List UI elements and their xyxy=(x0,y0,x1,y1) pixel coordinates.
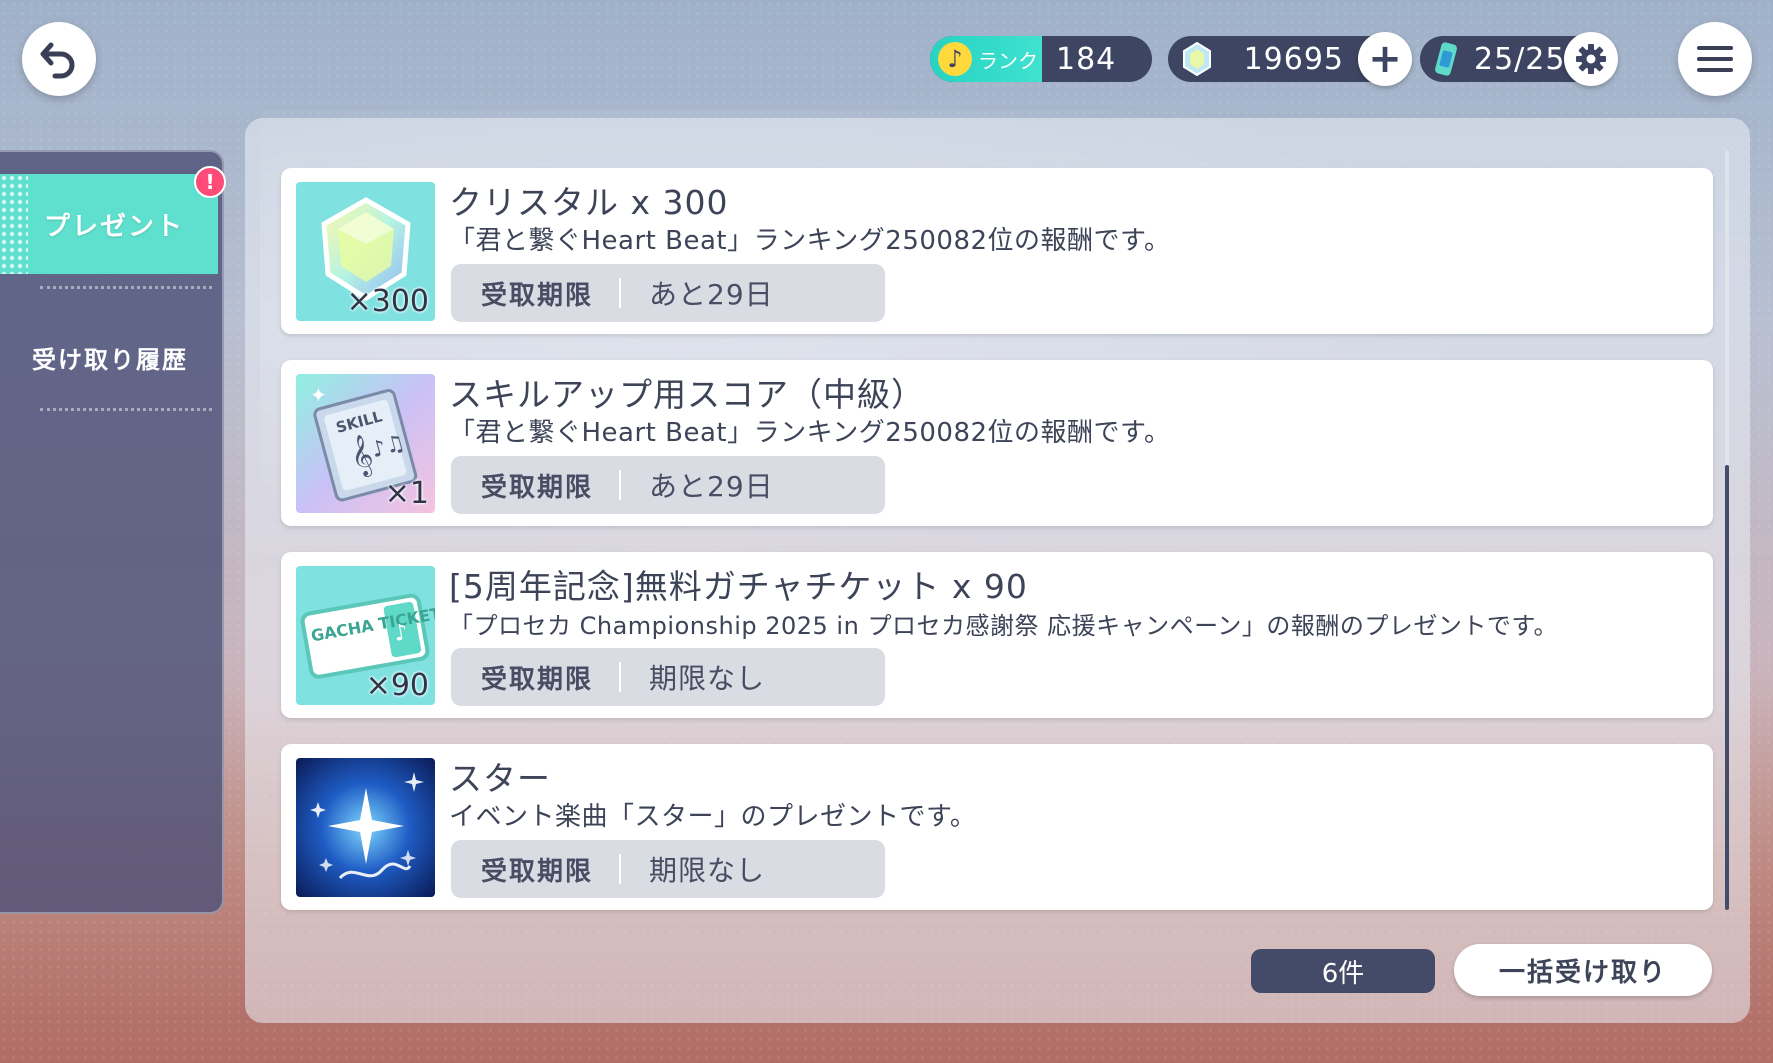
tab-receive-history[interactable]: 受け取り履歴 xyxy=(0,322,218,392)
crystal-display: 19695 + xyxy=(1168,32,1412,86)
crystal-icon xyxy=(1183,42,1211,76)
energy-value: 25/25 xyxy=(1474,41,1566,77)
menu-button[interactable] xyxy=(1678,22,1752,96)
deadline-separator xyxy=(619,854,622,884)
item-description: 「君と繋ぐHeart Beat」ランキング250082位の報酬です。 xyxy=(449,226,1171,256)
item-title: クリスタル x 300 xyxy=(449,183,729,222)
music-note-icon: ♪ xyxy=(938,42,972,76)
hamburger-menu-icon xyxy=(1697,46,1733,72)
tab-receive-history-label: 受け取り履歴 xyxy=(32,345,188,374)
present-count-badge: 6件 xyxy=(1251,949,1435,993)
scrollbar-thumb[interactable] xyxy=(1725,465,1729,910)
deadline-label: 受取期限 xyxy=(481,472,594,503)
deadline-value: あと29日 xyxy=(649,278,774,311)
deadline-label: 受取期限 xyxy=(481,280,594,311)
energy-drink-icon xyxy=(1435,42,1457,76)
back-button[interactable] xyxy=(22,22,96,96)
item-description: イベント楽曲「スター」のプレゼントです。 xyxy=(449,802,977,832)
deadline-separator xyxy=(619,278,622,308)
present-item[interactable]: スター イベント楽曲「スター」のプレゼントです。 受取期限 期限なし xyxy=(281,744,1713,910)
sidebar-divider xyxy=(40,408,212,411)
item-quantity: ×90 xyxy=(365,668,429,703)
crystal-value: 19695 xyxy=(1243,41,1344,77)
settings-button[interactable] xyxy=(1564,32,1618,86)
deadline-separator xyxy=(619,662,622,692)
item-quantity: ×1 xyxy=(384,476,429,511)
deadline-box: 受取期限 あと29日 xyxy=(451,456,885,514)
svg-text:✦: ✦ xyxy=(310,383,327,407)
item-thumbnail: GACHA TICKET ♪ ×90 xyxy=(296,566,435,705)
item-description: 「君と繋ぐHeart Beat」ランキング250082位の報酬です。 xyxy=(449,418,1171,448)
energy-display: 25/25 xyxy=(1420,32,1618,86)
deadline-value: 期限なし xyxy=(649,854,766,887)
item-description: 「プロセカ Championship 2025 in プロセカ感謝祭 応援キャン… xyxy=(449,612,1558,640)
present-item[interactable]: SKILL 𝄞 ♪♫ ✦ ×1 スキルアップ用スコア（中級） 「君と繋ぐHear… xyxy=(281,360,1713,526)
add-crystal-button[interactable]: + xyxy=(1358,32,1412,86)
gear-icon xyxy=(1576,44,1606,74)
item-title: [5周年記念]無料ガチャチケット x 90 xyxy=(449,567,1028,606)
deadline-label: 受取期限 xyxy=(481,664,594,695)
item-thumbnail: SKILL 𝄞 ♪♫ ✦ ×1 xyxy=(296,374,435,513)
back-arrow-icon xyxy=(40,42,75,79)
notification-badge: ! xyxy=(194,166,226,198)
sidebar-divider xyxy=(40,286,212,289)
deadline-box: 受取期限 あと29日 xyxy=(451,264,885,322)
deadline-box: 受取期限 期限なし xyxy=(451,840,885,898)
bulk-receive-button[interactable]: 一括受け取り xyxy=(1454,944,1712,996)
deadline-separator xyxy=(619,470,622,500)
song-jacket-icon xyxy=(310,772,424,880)
sidebar: プレゼント ! 受け取り履歴 xyxy=(0,150,226,914)
item-thumbnail: ×300 xyxy=(296,182,435,321)
deadline-label: 受取期限 xyxy=(481,856,594,887)
present-item[interactable]: GACHA TICKET ♪ ×90 [5周年記念]無料ガチャチケット x 90… xyxy=(281,552,1713,718)
deadline-box: 受取期限 期限なし xyxy=(451,648,885,706)
item-title: スキルアップ用スコア（中級） xyxy=(449,375,925,414)
tab-dots-decoration xyxy=(0,174,28,274)
present-item[interactable]: ×300 クリスタル x 300 「君と繋ぐHeart Beat」ランキング25… xyxy=(281,168,1713,334)
rank-display: ♪ ランク 184 xyxy=(930,36,1152,82)
item-quantity: ×300 xyxy=(346,284,429,319)
deadline-value: あと29日 xyxy=(649,470,774,503)
item-thumbnail xyxy=(296,758,435,897)
tab-present-label: プレゼント xyxy=(44,211,185,242)
deadline-value: 期限なし xyxy=(649,662,766,695)
rank-value: 184 xyxy=(1056,41,1117,77)
tab-present[interactable]: プレゼント ! xyxy=(0,166,226,274)
rank-label: ランク xyxy=(978,48,1038,73)
item-title: スター xyxy=(449,759,551,798)
